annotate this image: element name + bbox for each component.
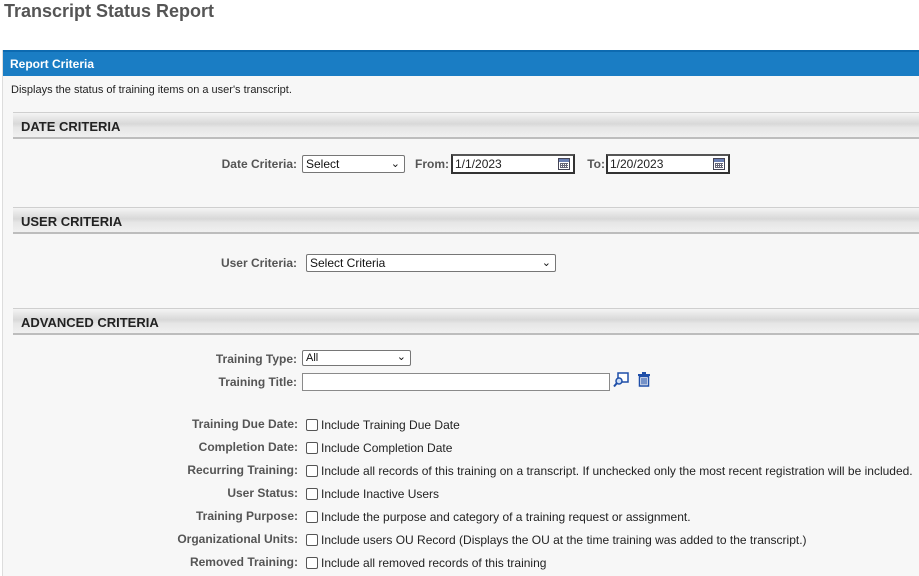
calendar-icon[interactable] bbox=[558, 158, 570, 170]
option-text: Include the purpose and category of a tr… bbox=[321, 510, 691, 524]
date-criteria-select-value: Select bbox=[306, 157, 340, 171]
training-title-label: Training Title: bbox=[218, 375, 297, 389]
panel-description: Displays the status of training items on… bbox=[11, 84, 292, 96]
option-text: Include Completion Date bbox=[321, 441, 453, 455]
option-text: Include users OU Record (Displays the OU… bbox=[321, 533, 807, 547]
option-label-organizational-units: Organizational Units: bbox=[177, 532, 298, 546]
option-label-training-due-date: Training Due Date: bbox=[191, 417, 298, 431]
from-label: From: bbox=[415, 157, 449, 171]
option-recurring-training[interactable]: Include all records of this training on … bbox=[306, 464, 913, 478]
from-date-input[interactable]: 1/1/2023 bbox=[451, 154, 575, 174]
option-text: Include all records of this training on … bbox=[321, 464, 913, 478]
user-criteria-select-value: Select Criteria bbox=[310, 256, 386, 270]
training-type-label: Training Type: bbox=[215, 352, 297, 366]
date-criteria-label: Date Criteria: bbox=[221, 157, 297, 171]
section-advanced-criteria: ADVANCED CRITERIA bbox=[13, 308, 919, 335]
trash-icon[interactable] bbox=[637, 372, 651, 387]
training-type-select-value: All bbox=[306, 352, 319, 364]
section-date-criteria: DATE CRITERIA bbox=[13, 112, 919, 139]
chevron-down-icon: ⌄ bbox=[390, 158, 400, 170]
from-date-value: 1/1/2023 bbox=[455, 157, 502, 171]
section-user-criteria: USER CRITERIA bbox=[13, 207, 919, 234]
option-training-due-date[interactable]: Include Training Due Date bbox=[306, 418, 460, 432]
page-title: Transcript Status Report bbox=[4, 1, 215, 21]
checkbox[interactable] bbox=[306, 465, 318, 477]
option-training-purpose[interactable]: Include the purpose and category of a tr… bbox=[306, 510, 691, 524]
option-user-status[interactable]: Include Inactive Users bbox=[306, 487, 439, 501]
training-type-select[interactable]: All ⌄ bbox=[302, 350, 411, 366]
to-date-input[interactable]: 1/20/2023 bbox=[606, 154, 730, 174]
checkbox[interactable] bbox=[306, 511, 318, 523]
to-label: To: bbox=[587, 157, 605, 171]
date-criteria-select[interactable]: Select ⌄ bbox=[302, 155, 405, 173]
to-date-value: 1/20/2023 bbox=[610, 157, 664, 171]
checkbox[interactable] bbox=[306, 534, 318, 546]
option-text: Include Inactive Users bbox=[321, 487, 440, 501]
panel-header: Report Criteria bbox=[3, 50, 919, 76]
option-label-user-status: User Status: bbox=[227, 486, 298, 500]
option-completion-date[interactable]: Include Completion Date bbox=[306, 441, 452, 455]
chevron-down-icon: ⌄ bbox=[396, 351, 406, 363]
option-removed-training[interactable]: Include all removed records of this trai… bbox=[306, 556, 546, 570]
option-label-recurring-training: Recurring Training: bbox=[187, 463, 298, 477]
option-label-completion-date: Completion Date: bbox=[198, 440, 298, 454]
option-text: Include Training Due Date bbox=[321, 418, 460, 432]
user-criteria-label: User Criteria: bbox=[220, 256, 297, 270]
checkbox[interactable] bbox=[306, 557, 318, 569]
training-title-input[interactable] bbox=[302, 373, 610, 391]
report-criteria-panel: Report Criteria Displays the status of t… bbox=[2, 50, 919, 576]
user-criteria-select[interactable]: Select Criteria ⌄ bbox=[306, 254, 556, 272]
chevron-down-icon: ⌄ bbox=[541, 257, 551, 269]
checkbox[interactable] bbox=[306, 442, 318, 454]
checkbox[interactable] bbox=[306, 488, 318, 500]
option-organizational-units[interactable]: Include users OU Record (Displays the OU… bbox=[306, 533, 807, 547]
option-label-training-purpose: Training Purpose: bbox=[195, 509, 298, 523]
search-popup-icon[interactable] bbox=[613, 372, 629, 388]
option-label-removed-training: Removed Training: bbox=[189, 555, 298, 569]
calendar-icon[interactable] bbox=[713, 158, 725, 170]
option-text: Include all removed records of this trai… bbox=[321, 556, 547, 570]
checkbox[interactable] bbox=[306, 419, 318, 431]
